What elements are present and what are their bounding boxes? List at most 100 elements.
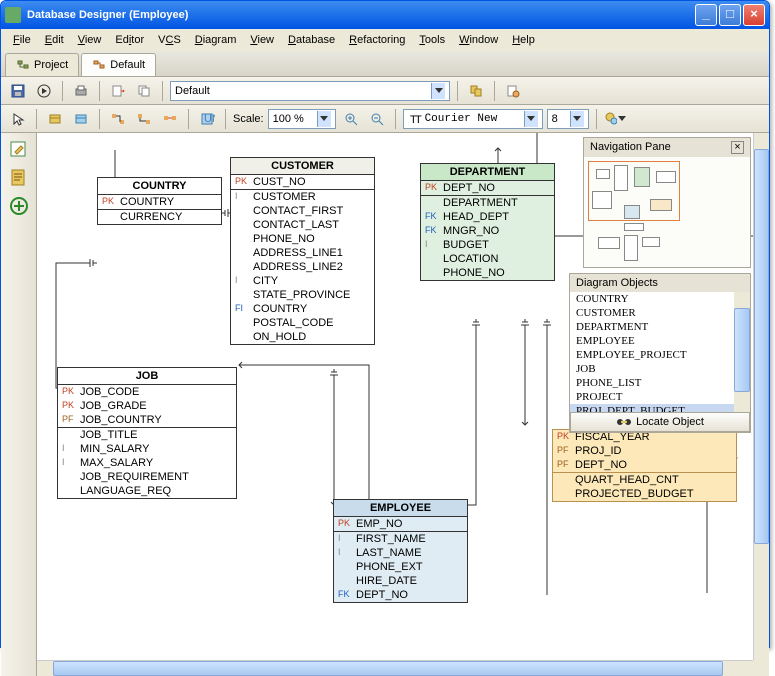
options-button[interactable] bbox=[604, 108, 626, 130]
copy-button[interactable] bbox=[133, 80, 155, 102]
entity-field[interactable]: ADDRESS_LINE1 bbox=[231, 246, 374, 260]
entity-field[interactable]: FKMNGR_NO bbox=[421, 224, 554, 238]
entity-field[interactable]: PFDEPT_NO bbox=[553, 458, 736, 472]
entity-field[interactable]: PFPROJ_ID bbox=[553, 444, 736, 458]
font-combo[interactable]: TT Courier New bbox=[403, 109, 543, 129]
entity-field[interactable]: PFJOB_COUNTRY bbox=[58, 413, 236, 427]
menu-diagram[interactable]: Diagram bbox=[189, 32, 243, 48]
menu-file[interactable]: File bbox=[7, 32, 37, 48]
entity-field[interactable]: PKJOB_GRADE bbox=[58, 399, 236, 413]
navigation-pane[interactable]: Navigation Pane × bbox=[583, 137, 751, 268]
maximize-button[interactable]: □ bbox=[719, 4, 741, 26]
relation-tool-3[interactable] bbox=[159, 108, 181, 130]
entity-field[interactable]: PKJOB_CODE bbox=[58, 385, 236, 399]
objlist-item[interactable]: COUNTRY bbox=[570, 292, 750, 306]
objlist-item[interactable]: PROJ_DEPT_BUDGET bbox=[570, 404, 750, 412]
diagram-canvas[interactable]: COUNTRY PKCOUNTRY CURRENCY CUSTOMER PKCU… bbox=[37, 133, 753, 660]
save-button[interactable] bbox=[7, 80, 29, 102]
entity-field[interactable]: CONTACT_LAST bbox=[231, 218, 374, 232]
relation-tool-2[interactable] bbox=[133, 108, 155, 130]
entity-employee[interactable]: EMPLOYEE PKEMP_NO IFIRST_NAMEILAST_NAMEP… bbox=[333, 499, 468, 603]
entity-department[interactable]: DEPARTMENT PKDEPT_NO DEPARTMENTFKHEAD_DE… bbox=[420, 163, 555, 281]
entity-field[interactable]: FKDEPT_NO bbox=[334, 588, 467, 602]
menu-edit[interactable]: Edit bbox=[39, 32, 70, 48]
menu-vcs[interactable]: VCS bbox=[152, 32, 187, 48]
close-button[interactable]: × bbox=[743, 4, 765, 26]
menu-refactoring[interactable]: Refactoring bbox=[343, 32, 411, 48]
entity-field[interactable]: IFIRST_NAME bbox=[334, 532, 467, 546]
entity-customer[interactable]: CUSTOMER PKCUST_NO ICUSTOMERCONTACT_FIRS… bbox=[230, 157, 375, 345]
entity-field[interactable]: PHONE_NO bbox=[421, 266, 554, 280]
entity-field[interactable]: STATE_PROVINCE bbox=[231, 288, 374, 302]
selector-combo[interactable]: Default bbox=[170, 81, 450, 101]
zoom-out-button[interactable] bbox=[366, 108, 388, 130]
minimize-button[interactable]: _ bbox=[695, 4, 717, 26]
note-tool[interactable]: UN bbox=[196, 108, 218, 130]
menu-database[interactable]: Database bbox=[282, 32, 341, 48]
titlebar[interactable]: Database Designer (Employee) _ □ × bbox=[1, 1, 769, 29]
relation-tool-1[interactable] bbox=[107, 108, 129, 130]
tab-project[interactable]: Project bbox=[5, 53, 79, 76]
entity-field[interactable]: ICITY bbox=[231, 274, 374, 288]
zoom-in-button[interactable] bbox=[340, 108, 362, 130]
menu-view[interactable]: View bbox=[72, 32, 108, 48]
script-tool[interactable] bbox=[8, 167, 30, 189]
menu-view2[interactable]: View bbox=[244, 32, 280, 48]
menu-window[interactable]: Window bbox=[453, 32, 504, 48]
run-button[interactable] bbox=[33, 80, 55, 102]
menu-help[interactable]: Help bbox=[506, 32, 541, 48]
entity-job[interactable]: JOB PKJOB_CODEPKJOB_GRADEPFJOB_COUNTRY J… bbox=[57, 367, 237, 499]
entity-field[interactable]: PKCOUNTRY bbox=[98, 195, 221, 209]
entity-field[interactable]: PROJECTED_BUDGET bbox=[553, 487, 736, 501]
objlist-item[interactable]: JOB bbox=[570, 362, 750, 376]
entity-field[interactable]: FKHEAD_DEPT bbox=[421, 210, 554, 224]
objlist-item[interactable]: CUSTOMER bbox=[570, 306, 750, 320]
entity-field[interactable]: ILAST_NAME bbox=[334, 546, 467, 560]
edit-tool[interactable] bbox=[8, 139, 30, 161]
entity-field[interactable]: PKDEPT_NO bbox=[421, 181, 554, 195]
entity-field[interactable]: ADDRESS_LINE2 bbox=[231, 260, 374, 274]
objlist-item[interactable]: PHONE_LIST bbox=[570, 376, 750, 390]
entity-field[interactable]: POSTAL_CODE bbox=[231, 316, 374, 330]
entity-field[interactable]: ON_HOLD bbox=[231, 330, 374, 344]
pointer-tool[interactable] bbox=[7, 108, 29, 130]
objpane-list[interactable]: COUNTRYCUSTOMERDEPARTMENTEMPLOYEEEMPLOYE… bbox=[570, 292, 750, 412]
navpane-close-button[interactable]: × bbox=[731, 141, 744, 154]
v-scrollbar[interactable] bbox=[753, 133, 769, 660]
entity-field[interactable]: PHONE_NO bbox=[231, 232, 374, 246]
entity-field[interactable]: QUART_HEAD_CNT bbox=[553, 473, 736, 487]
objlist-item[interactable]: EMPLOYEE bbox=[570, 334, 750, 348]
entity-field[interactable]: ICUSTOMER bbox=[231, 190, 374, 204]
entity-field[interactable]: HIRE_DATE bbox=[334, 574, 467, 588]
entity-field[interactable]: PKCUST_NO bbox=[231, 175, 374, 189]
entity-field[interactable]: PKEMP_NO bbox=[334, 517, 467, 531]
entity-field[interactable]: LANGUAGE_REQ bbox=[58, 484, 236, 498]
print-button[interactable] bbox=[70, 80, 92, 102]
locate-object-button[interactable]: Locate Object bbox=[570, 412, 750, 432]
tools-button[interactable] bbox=[502, 80, 524, 102]
font-size-combo[interactable]: 8 bbox=[547, 109, 589, 129]
entity-budget[interactable]: PKFISCAL_YEARPFPROJ_IDPFDEPT_NO QUART_HE… bbox=[552, 429, 737, 502]
add-tool[interactable] bbox=[8, 195, 30, 217]
entity-field[interactable]: FICOUNTRY bbox=[231, 302, 374, 316]
tab-default[interactable]: Default bbox=[81, 53, 156, 76]
entity-field[interactable]: PHONE_EXT bbox=[334, 560, 467, 574]
objlist-item[interactable]: PROJECT bbox=[570, 390, 750, 404]
entity-field[interactable]: DEPARTMENT bbox=[421, 196, 554, 210]
entity-field[interactable]: IMAX_SALARY bbox=[58, 456, 236, 470]
objlist-item[interactable]: EMPLOYEE_PROJECT bbox=[570, 348, 750, 362]
entity-field[interactable]: JOB_TITLE bbox=[58, 428, 236, 442]
entity-country[interactable]: COUNTRY PKCOUNTRY CURRENCY bbox=[97, 177, 222, 225]
entity-field[interactable]: LOCATION bbox=[421, 252, 554, 266]
entity-field[interactable]: IMIN_SALARY bbox=[58, 442, 236, 456]
refresh-button[interactable] bbox=[465, 80, 487, 102]
entity-field[interactable]: CONTACT_FIRST bbox=[231, 204, 374, 218]
menu-tools[interactable]: Tools bbox=[413, 32, 451, 48]
export-button[interactable] bbox=[107, 80, 129, 102]
entity-field[interactable]: CURRENCY bbox=[98, 210, 221, 224]
diagram-objects-pane[interactable]: Diagram Objects COUNTRYCUSTOMERDEPARTMEN… bbox=[569, 273, 751, 433]
entity-field[interactable]: JOB_REQUIREMENT bbox=[58, 470, 236, 484]
menu-editor[interactable]: Editor bbox=[109, 32, 150, 48]
h-scrollbar[interactable] bbox=[37, 660, 753, 676]
navpane-body[interactable] bbox=[584, 157, 750, 267]
